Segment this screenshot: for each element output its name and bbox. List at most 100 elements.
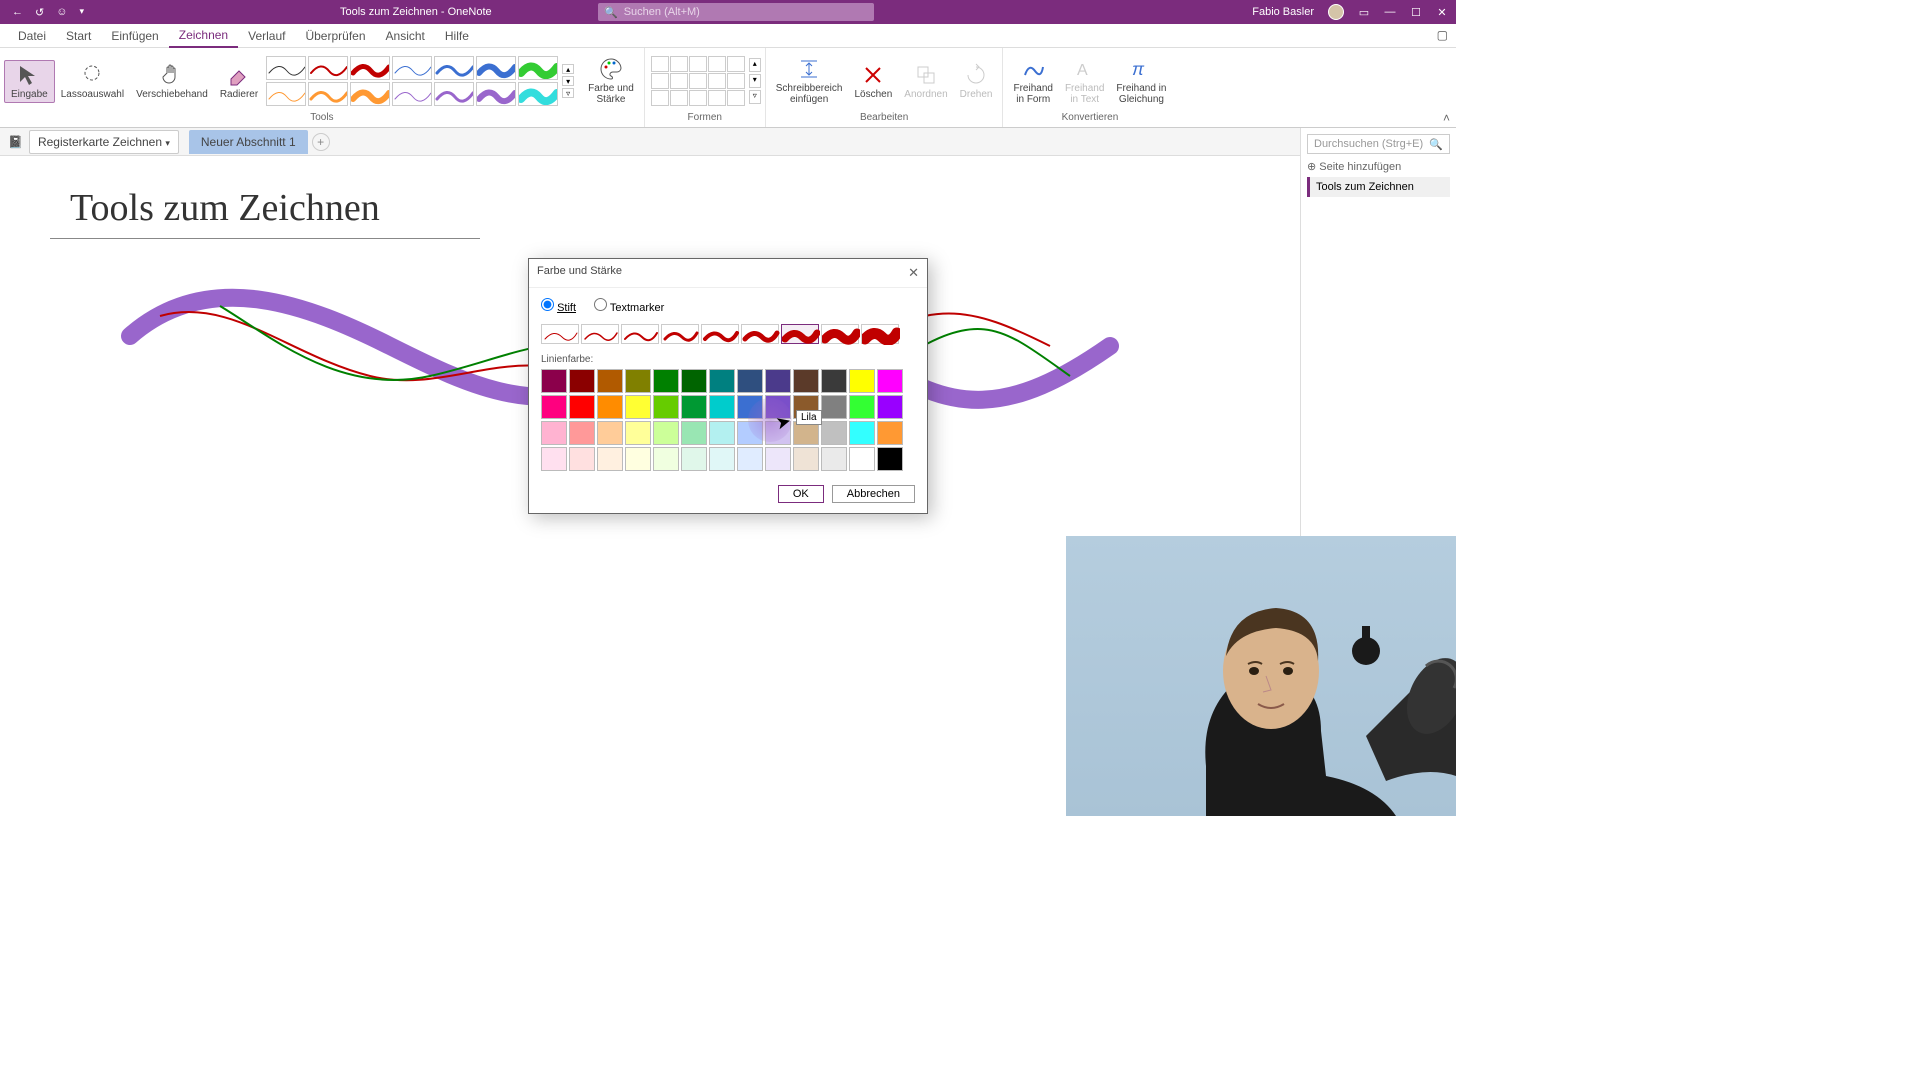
color-swatch[interactable] [877, 421, 903, 445]
emoji-icon[interactable]: ☺ [56, 6, 67, 19]
color-swatch[interactable] [877, 447, 903, 471]
color-swatch[interactable] [653, 395, 679, 419]
color-swatch[interactable] [849, 369, 875, 393]
tab-verlauf[interactable]: Verlauf [238, 25, 295, 47]
thickness-swatch[interactable] [581, 324, 619, 344]
pen-swatch[interactable] [392, 56, 432, 80]
color-swatch[interactable] [737, 395, 763, 419]
color-swatch[interactable] [625, 369, 651, 393]
collapse-ribbon-icon[interactable]: ˄ [1443, 111, 1450, 125]
pen-gallery[interactable] [264, 54, 560, 108]
color-swatch[interactable] [765, 369, 791, 393]
pen-swatch[interactable] [350, 82, 390, 106]
page-title[interactable]: Tools zum Zeichnen [70, 186, 380, 230]
color-swatch[interactable] [653, 421, 679, 445]
tab-datei[interactable]: Datei [8, 25, 56, 47]
maximize-icon[interactable]: ☐ [1410, 6, 1422, 18]
pen-swatch[interactable] [266, 82, 306, 106]
thickness-swatch[interactable] [741, 324, 779, 344]
color-swatch[interactable] [737, 421, 763, 445]
color-swatch[interactable] [765, 447, 791, 471]
tool-hand[interactable]: Verschiebehand [130, 61, 214, 102]
color-swatch[interactable] [765, 395, 791, 419]
tab-einfuegen[interactable]: Einfügen [101, 25, 168, 47]
delete-button[interactable]: Löschen [848, 61, 898, 102]
pen-swatch[interactable] [308, 56, 348, 80]
color-swatch[interactable] [849, 447, 875, 471]
color-swatch[interactable] [541, 447, 567, 471]
color-swatch[interactable] [849, 421, 875, 445]
color-swatch[interactable] [793, 369, 819, 393]
color-swatch[interactable] [569, 421, 595, 445]
color-swatch[interactable] [737, 447, 763, 471]
color-swatch[interactable] [625, 447, 651, 471]
ok-button[interactable]: OK [778, 485, 824, 503]
thickness-swatch[interactable] [541, 324, 579, 344]
tool-lasso[interactable]: Lassoauswahl [55, 61, 130, 102]
shapes-gallery[interactable] [649, 54, 747, 108]
tab-zeichnen[interactable]: Zeichnen [169, 24, 238, 48]
color-swatch[interactable] [681, 421, 707, 445]
panel-search[interactable]: Durchsuchen (Strg+E) 🔍 [1307, 134, 1450, 154]
insert-write-area[interactable]: Schreibbereich einfügen [770, 55, 849, 107]
pen-swatch[interactable] [308, 82, 348, 106]
add-page-button[interactable]: ⊕ Seite hinzufügen [1307, 160, 1450, 173]
color-thickness-button[interactable]: Farbe und Stärke [582, 55, 640, 107]
user-name[interactable]: Fabio Basler [1252, 6, 1314, 18]
color-swatch[interactable] [597, 421, 623, 445]
ink-to-equation[interactable]: π Freihand in Gleichung [1110, 55, 1172, 107]
ribbon-mode-icon[interactable]: ▭ [1358, 6, 1370, 18]
color-swatch[interactable] [821, 447, 847, 471]
page-list-item[interactable]: Tools zum Zeichnen [1307, 177, 1450, 197]
color-swatch[interactable] [653, 447, 679, 471]
cancel-button[interactable]: Abbrechen [832, 485, 915, 503]
qat-chevron-icon[interactable]: ▾ [79, 6, 84, 19]
gallery-up-icon[interactable]: ▴ [562, 64, 574, 74]
undo-icon[interactable]: ↺ [35, 6, 44, 19]
pen-swatch[interactable] [434, 56, 474, 80]
shapes-more-icon[interactable]: ▿ [749, 90, 761, 104]
color-swatch[interactable] [793, 447, 819, 471]
notebook-dropdown[interactable]: Registerkarte Zeichnen ▾ [29, 130, 179, 154]
ink-to-shape[interactable]: Freihand in Form [1007, 55, 1058, 107]
color-swatch[interactable] [821, 395, 847, 419]
pen-swatch[interactable] [266, 56, 306, 80]
color-swatch[interactable] [681, 447, 707, 471]
color-swatch[interactable] [541, 421, 567, 445]
color-swatch[interactable] [709, 421, 735, 445]
color-swatch[interactable] [821, 369, 847, 393]
radio-pen[interactable]: Stift [541, 298, 576, 314]
shapes-down-icon[interactable]: ▾ [749, 74, 761, 88]
thickness-swatch[interactable] [781, 324, 819, 344]
color-swatch[interactable] [569, 369, 595, 393]
pen-swatch[interactable] [392, 82, 432, 106]
color-swatch[interactable] [709, 395, 735, 419]
section-tab[interactable]: Neuer Abschnitt 1 [189, 130, 308, 154]
tool-eingabe[interactable]: Eingabe [4, 60, 55, 103]
color-swatch[interactable] [597, 395, 623, 419]
color-swatch[interactable] [681, 369, 707, 393]
search-box[interactable]: 🔍 Suchen (Alt+M) [598, 3, 874, 21]
close-icon[interactable]: ✕ [1436, 6, 1448, 18]
color-swatch[interactable] [597, 369, 623, 393]
minimize-icon[interactable]: — [1384, 6, 1396, 18]
tab-hilfe[interactable]: Hilfe [435, 25, 479, 47]
ribbon-options-icon[interactable]: ▢ [1437, 28, 1448, 42]
color-swatch[interactable] [737, 369, 763, 393]
color-swatch[interactable] [849, 395, 875, 419]
pen-swatch[interactable] [518, 82, 558, 106]
tab-ueberpruefen[interactable]: Überprüfen [295, 25, 375, 47]
thickness-swatch[interactable] [701, 324, 739, 344]
pen-swatch[interactable] [476, 56, 516, 80]
add-section-button[interactable]: + [312, 133, 330, 151]
thickness-swatch[interactable] [621, 324, 659, 344]
color-swatch[interactable] [709, 369, 735, 393]
color-swatch[interactable] [765, 421, 791, 445]
thickness-swatch[interactable] [861, 324, 899, 344]
color-swatch[interactable] [681, 395, 707, 419]
color-swatch[interactable] [569, 395, 595, 419]
thickness-swatch[interactable] [821, 324, 859, 344]
color-swatch[interactable] [653, 369, 679, 393]
tool-eraser[interactable]: Radierer [214, 61, 264, 102]
gallery-down-icon[interactable]: ▾ [562, 76, 574, 86]
